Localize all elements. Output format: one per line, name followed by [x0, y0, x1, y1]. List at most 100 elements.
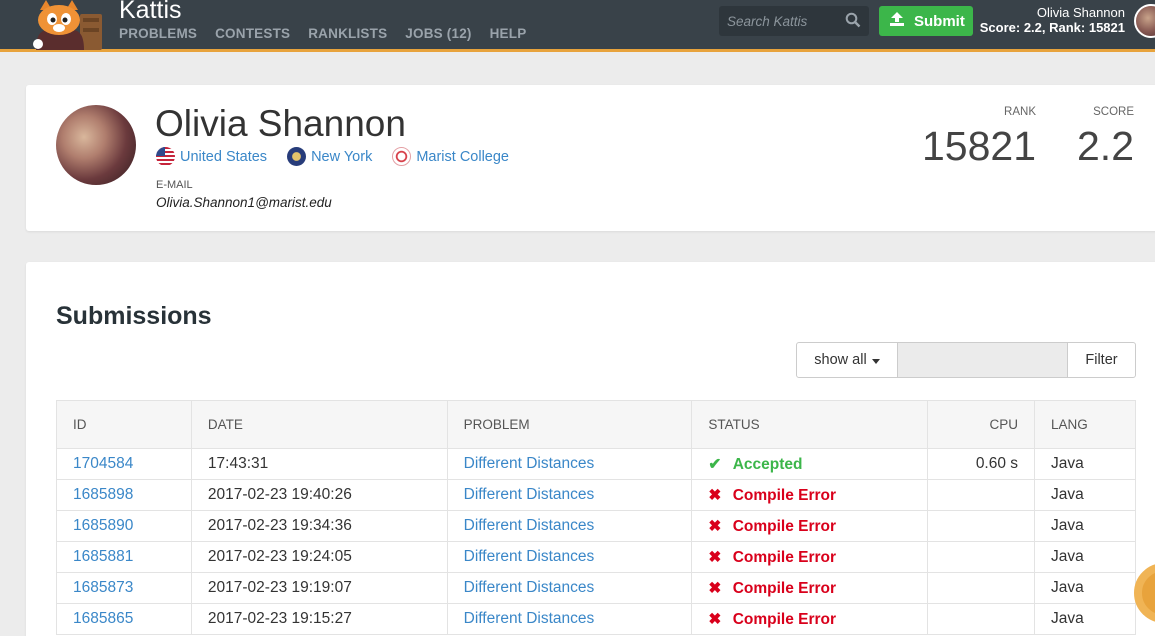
- submission-status: ✔ Accepted: [691, 448, 929, 480]
- school-seal-icon: [392, 147, 412, 166]
- submission-status: ✖ Compile Error: [691, 510, 929, 542]
- table-row: 1685881 2017-02-23 19:24:05 Different Dist…: [56, 541, 1136, 573]
- submission-status: ✖ Compile Error: [691, 541, 929, 573]
- submission-id-link[interactable]: 1685865: [56, 603, 192, 635]
- nav-help[interactable]: HELP: [490, 26, 527, 41]
- nav-contests[interactable]: CONTESTS: [215, 26, 290, 41]
- country-link[interactable]: United States: [156, 147, 267, 166]
- filter-dropdown[interactable]: show all: [797, 343, 898, 377]
- submission-date: 2017-02-23 19:34:36: [191, 510, 448, 542]
- col-status: STATUS: [691, 400, 929, 449]
- email-value: Olivia.Shannon1@marist.edu: [156, 195, 332, 210]
- email-label: E-MAIL: [156, 179, 193, 191]
- score-label: SCORE: [1093, 106, 1134, 118]
- table-header: ID DATE PROBLEM STATUS CPU LANG: [56, 400, 1136, 449]
- profile-avatar: [56, 105, 136, 185]
- submission-cpu: [927, 479, 1036, 511]
- status-label: Compile Error: [732, 579, 837, 597]
- problem-link[interactable]: Different Distances: [447, 541, 693, 573]
- us-flag-icon: [156, 147, 175, 166]
- search-box: [719, 6, 869, 36]
- region-link[interactable]: New York: [287, 147, 372, 166]
- submit-label: Submit: [914, 12, 965, 30]
- filter-input[interactable]: [898, 343, 1067, 377]
- cross-icon: ✖: [708, 517, 722, 535]
- user-info[interactable]: Olivia Shannon Score: 2.2, Rank: 15821: [980, 5, 1125, 35]
- submission-date: 17:43:31: [191, 448, 448, 480]
- brand-title[interactable]: Kattis: [119, 0, 182, 25]
- col-date: DATE: [191, 400, 448, 449]
- submission-lang: Java: [1034, 541, 1136, 573]
- rank-value: 15821: [921, 123, 1036, 169]
- submission-status: ✖ Compile Error: [691, 603, 929, 635]
- nav-ranklists[interactable]: RANKLISTS: [308, 26, 387, 41]
- submission-id-link[interactable]: 1704584: [56, 448, 192, 480]
- rank-label: RANK: [1004, 106, 1036, 118]
- problem-link[interactable]: Different Distances: [447, 572, 693, 604]
- col-id: ID: [56, 400, 192, 449]
- main-nav: PROBLEMS CONTESTS RANKLISTS JOBS (12) HE…: [119, 26, 544, 41]
- submission-id-link[interactable]: 1685881: [56, 541, 192, 573]
- submit-button[interactable]: Submit: [879, 6, 973, 36]
- caret-down-icon: [871, 352, 880, 368]
- score-stat: SCORE 2.2: [1066, 106, 1134, 170]
- upload-icon: [889, 11, 905, 31]
- submission-lang: Java: [1034, 448, 1136, 480]
- submissions-table: ID DATE PROBLEM STATUS CPU LANG 1704584 1…: [56, 400, 1136, 635]
- problem-link[interactable]: Different Distances: [447, 479, 693, 511]
- filter-bar: show all Filter: [796, 342, 1136, 378]
- col-lang: LANG: [1034, 400, 1136, 449]
- submission-lang: Java: [1034, 510, 1136, 542]
- submission-date: 2017-02-23 19:24:05: [191, 541, 448, 573]
- user-avatar[interactable]: [1134, 4, 1155, 38]
- filter-button[interactable]: Filter: [1067, 343, 1135, 377]
- profile-name: Olivia Shannon: [155, 103, 406, 144]
- table-row: 1685890 2017-02-23 19:34:36 Different Dist…: [56, 510, 1136, 542]
- submission-lang: Java: [1034, 572, 1136, 604]
- user-name: Olivia Shannon: [1036, 5, 1125, 20]
- col-cpu: CPU: [927, 400, 1036, 449]
- table-row: 1685898 2017-02-23 19:40:26 Different Dist…: [56, 479, 1136, 511]
- search-input[interactable]: [719, 6, 839, 36]
- status-label: Accepted: [732, 455, 803, 473]
- submission-id-link[interactable]: 1685898: [56, 479, 192, 511]
- problem-link[interactable]: Different Distances: [447, 448, 693, 480]
- affiliations: United States New York Marist College: [156, 147, 509, 166]
- ny-seal-icon: [287, 147, 307, 166]
- cross-icon: ✖: [708, 579, 722, 597]
- score-value: 2.2: [1077, 123, 1134, 169]
- nav-problems[interactable]: PROBLEMS: [119, 26, 197, 41]
- nav-jobs[interactable]: JOBS (12): [405, 26, 471, 41]
- table-row: 1704584 17:43:31 Different Distances ✔ Acce…: [56, 448, 1136, 480]
- submission-cpu: [927, 541, 1036, 573]
- school-label: Marist College: [416, 148, 509, 165]
- col-problem: PROBLEM: [447, 400, 693, 449]
- status-label: Compile Error: [732, 486, 837, 504]
- submission-date: 2017-02-23 19:40:26: [191, 479, 448, 511]
- filter-dropdown-label: show all: [814, 352, 867, 368]
- country-label: United States: [180, 148, 268, 165]
- submission-id-link[interactable]: 1685873: [56, 572, 192, 604]
- status-label: Compile Error: [732, 517, 837, 535]
- status-label: Compile Error: [732, 548, 837, 566]
- rank-stat: RANK 15821: [916, 106, 1036, 170]
- submission-status: ✖ Compile Error: [691, 572, 929, 604]
- kattis-logo[interactable]: [26, 0, 108, 50]
- region-label: New York: [311, 148, 373, 165]
- table-row: 1685865 2017-02-23 19:15:27 Different Dist…: [56, 603, 1136, 635]
- problem-link[interactable]: Different Distances: [447, 603, 693, 635]
- user-score: Score: 2.2, Rank: 15821: [979, 20, 1125, 35]
- submission-lang: Java: [1034, 603, 1136, 635]
- cross-icon: ✖: [708, 486, 722, 504]
- submission-id-link[interactable]: 1685890: [56, 510, 192, 542]
- check-icon: ✔: [708, 455, 722, 473]
- submission-cpu: [927, 572, 1036, 604]
- submission-lang: Java: [1034, 479, 1136, 511]
- cross-icon: ✖: [708, 610, 722, 628]
- search-icon[interactable]: [845, 12, 861, 33]
- submission-status: ✖ Compile Error: [691, 479, 929, 511]
- school-link[interactable]: Marist College: [392, 147, 509, 166]
- submission-cpu: 0.60 s: [927, 448, 1036, 480]
- submissions-title: Submissions: [56, 302, 212, 330]
- problem-link[interactable]: Different Distances: [447, 510, 693, 542]
